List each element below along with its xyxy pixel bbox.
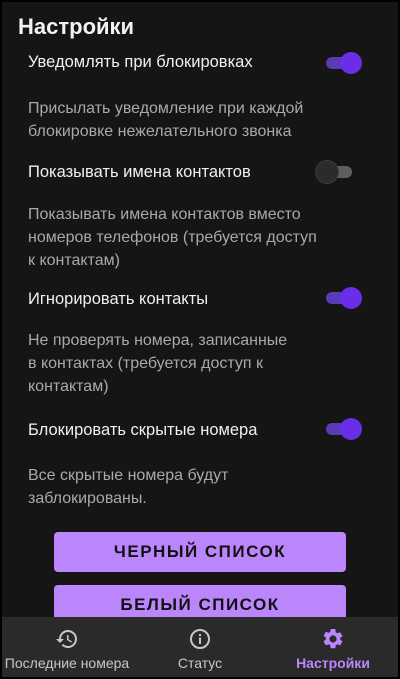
description-line: к контактам) [28,252,120,269]
gear-icon [323,628,343,649]
nav-status[interactable]: Статус [134,617,266,679]
description-line: блокировке нежелательного звонка [28,123,292,140]
history-icon [56,630,77,648]
notify-on-block-toggle[interactable] [324,52,362,74]
toggle-thumb [340,418,362,440]
toggle-thumb [340,287,362,309]
ignore-contacts-toggle[interactable] [324,287,362,309]
notify-on-block-description: Присылать уведомление при каждой блокиро… [28,97,358,143]
block-hidden-numbers-description: Все скрытые номера будут заблокированы. [28,464,358,510]
bottom-navigation: Последние номера Статус Настройки [0,617,400,679]
show-contact-names-toggle[interactable] [316,161,354,183]
show-contact-names-label: Показывать имена контактов [28,163,251,181]
description-line: Все скрытые номера будут [28,467,229,484]
description-line: контактам) [28,378,109,395]
toggle-thumb [340,52,362,74]
block-hidden-numbers-toggle[interactable] [324,418,362,440]
description-line: номеров телефонов (требуется доступ [28,229,317,246]
ignore-contacts-label: Игнорировать контакты [28,290,209,308]
nav-settings-label: Настройки [296,655,370,671]
show-contact-names-description: Показывать имена контактов вместо номеро… [28,203,358,272]
nav-recent-label: Последние номера [4,655,130,671]
description-line: в контактах (требуется доступ к [28,355,263,372]
description-line: Присылать уведомление при каждой [28,100,304,117]
nav-settings[interactable]: Настройки [266,617,400,679]
blacklist-button[interactable]: Черный список [54,532,346,572]
notify-on-block-label: Уведомлять при блокировках [28,53,253,71]
nav-recent-numbers[interactable]: Последние номера [0,617,134,679]
description-line: Не проверять номера, записанные [28,332,288,349]
toggle-thumb [316,161,338,183]
nav-status-label: Статус [177,655,223,671]
page-title: Настройки [18,14,135,39]
info-icon [190,629,210,649]
block-hidden-numbers-label: Блокировать скрытые номера [28,421,258,439]
ignore-contacts-description: Не проверять номера, записанные в контак… [28,329,358,398]
description-line: заблокированы. [28,490,147,507]
description-line: Показывать имена контактов вместо [28,206,301,223]
